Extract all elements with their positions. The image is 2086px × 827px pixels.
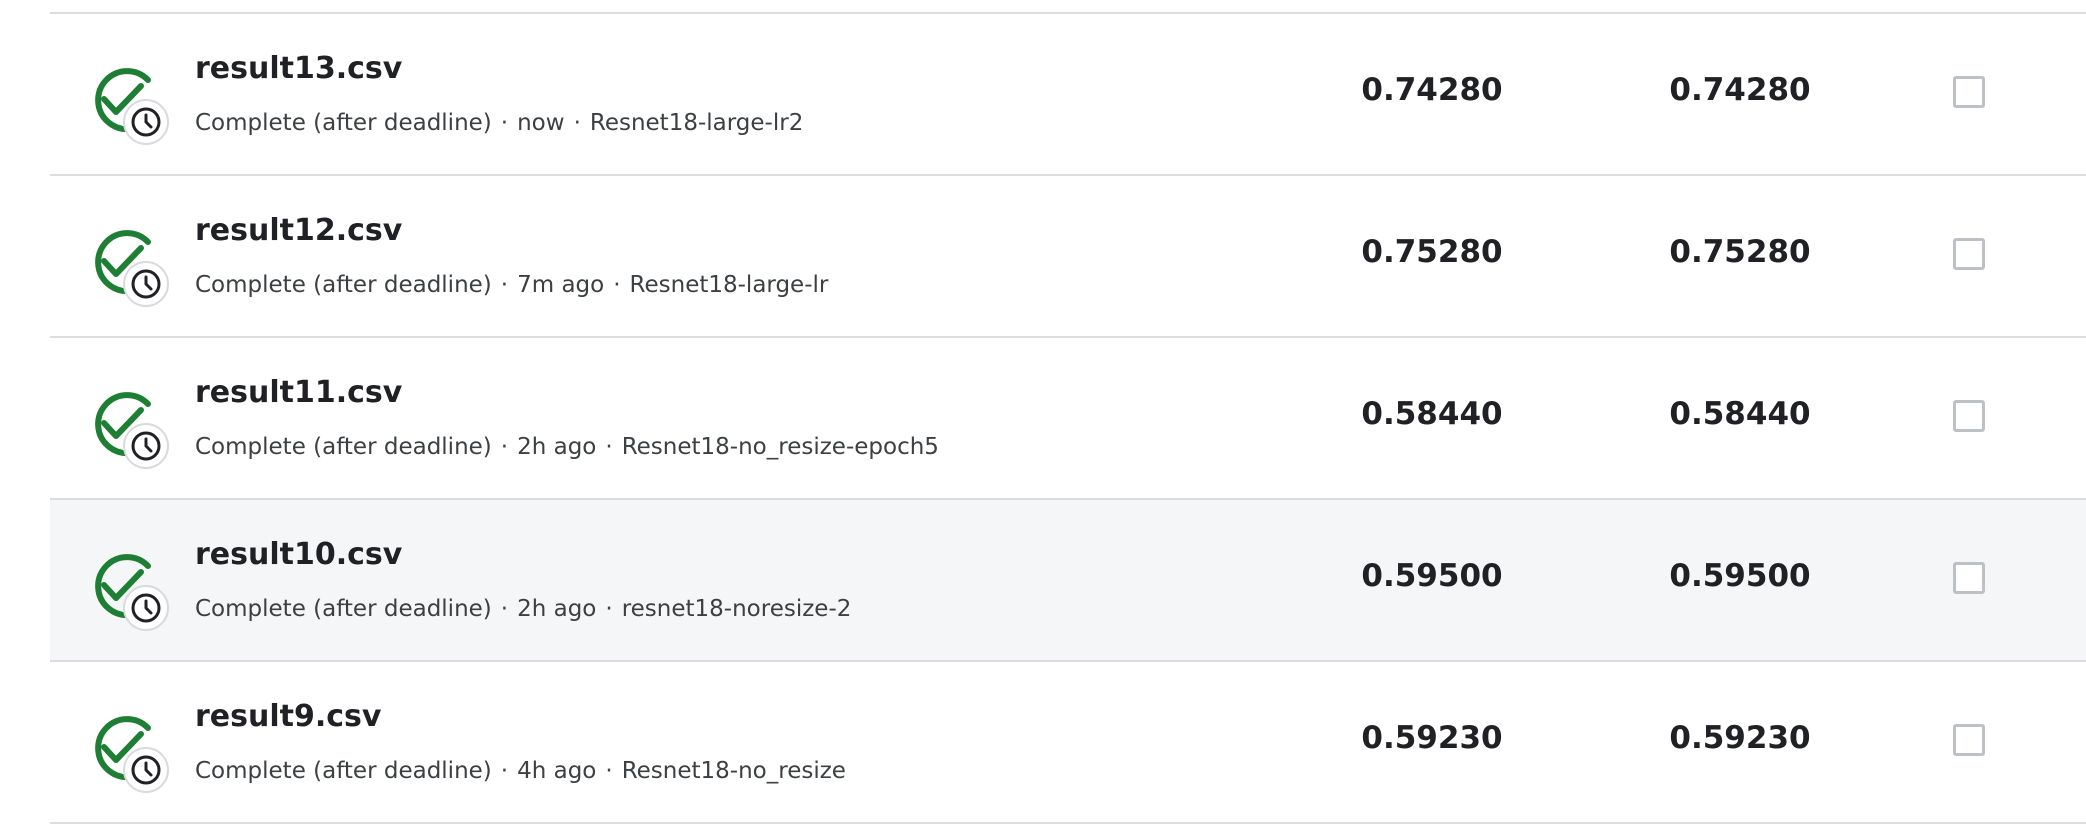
select-submission-checkbox[interactable]: [1953, 562, 1985, 594]
submission-status: Complete (after deadline): [195, 272, 492, 298]
submission-row[interactable]: result12.csv Complete (after deadline) · 7…: [50, 176, 2086, 338]
submission-time: 7m ago: [517, 272, 605, 298]
submission-row[interactable]: result10.csv Complete (after deadline) · 2…: [50, 500, 2086, 662]
complete-late-status-icon: [86, 384, 172, 470]
submission-status: Complete (after deadline): [195, 434, 492, 460]
submission-time: 2h ago: [517, 596, 597, 622]
public-score: 0.58440: [1669, 396, 1811, 432]
submission-time: 2h ago: [517, 434, 597, 460]
select-submission-checkbox[interactable]: [1953, 76, 1985, 108]
submission-filename[interactable]: result11.csv: [195, 375, 402, 410]
complete-late-status-icon: [86, 222, 172, 308]
private-score: 0.58440: [1361, 396, 1503, 432]
complete-late-status-icon: [86, 708, 172, 794]
submission-filename[interactable]: result13.csv: [195, 51, 402, 86]
submission-description: Resnet18-no_resize: [621, 758, 846, 784]
submission-description: Resnet18-no_resize-epoch5: [621, 434, 939, 460]
submission-meta: Complete (after deadline) · 4h ago · Resnet1…: [195, 758, 846, 784]
submission-meta: Complete (after deadline) · 7m ago · Resnet1…: [195, 272, 829, 298]
submission-filename[interactable]: result10.csv: [195, 537, 402, 572]
submission-description: Resnet18-large-lr: [629, 272, 829, 298]
submission-row[interactable]: result13.csv Complete (after deadline) · n…: [50, 14, 2086, 176]
submission-meta: Complete (after deadline) · 2h ago · Resnet1…: [195, 434, 939, 460]
private-score: 0.75280: [1361, 234, 1503, 270]
submission-filename[interactable]: result12.csv: [195, 213, 402, 248]
submission-meta: Complete (after deadline) · now · Resnet18-l…: [195, 110, 804, 136]
submission-time: 4h ago: [517, 758, 597, 784]
submission-row[interactable]: result11.csv Complete (after deadline) · 2…: [50, 338, 2086, 500]
submission-row[interactable]: result9.csv Complete (after deadline) · 4h…: [50, 662, 2086, 824]
public-score: 0.74280: [1669, 72, 1811, 108]
private-score: 0.59500: [1361, 558, 1503, 594]
select-submission-checkbox[interactable]: [1953, 724, 1985, 756]
submission-filename[interactable]: result9.csv: [195, 699, 381, 734]
submission-status: Complete (after deadline): [195, 758, 492, 784]
complete-late-status-icon: [86, 546, 172, 632]
public-score: 0.59230: [1669, 720, 1811, 756]
submission-list: result13.csv Complete (after deadline) · n…: [50, 12, 2086, 824]
submission-time: now: [517, 110, 565, 136]
submission-status: Complete (after deadline): [195, 110, 492, 136]
submission-meta: Complete (after deadline) · 2h ago · resnet1…: [195, 596, 852, 622]
submission-description: resnet18-noresize-2: [621, 596, 852, 622]
select-submission-checkbox[interactable]: [1953, 238, 1985, 270]
public-score: 0.59500: [1669, 558, 1811, 594]
submission-status: Complete (after deadline): [195, 596, 492, 622]
submission-description: Resnet18-large-lr2: [589, 110, 804, 136]
select-submission-checkbox[interactable]: [1953, 400, 1985, 432]
public-score: 0.75280: [1669, 234, 1811, 270]
private-score: 0.74280: [1361, 72, 1503, 108]
private-score: 0.59230: [1361, 720, 1503, 756]
complete-late-status-icon: [86, 60, 172, 146]
